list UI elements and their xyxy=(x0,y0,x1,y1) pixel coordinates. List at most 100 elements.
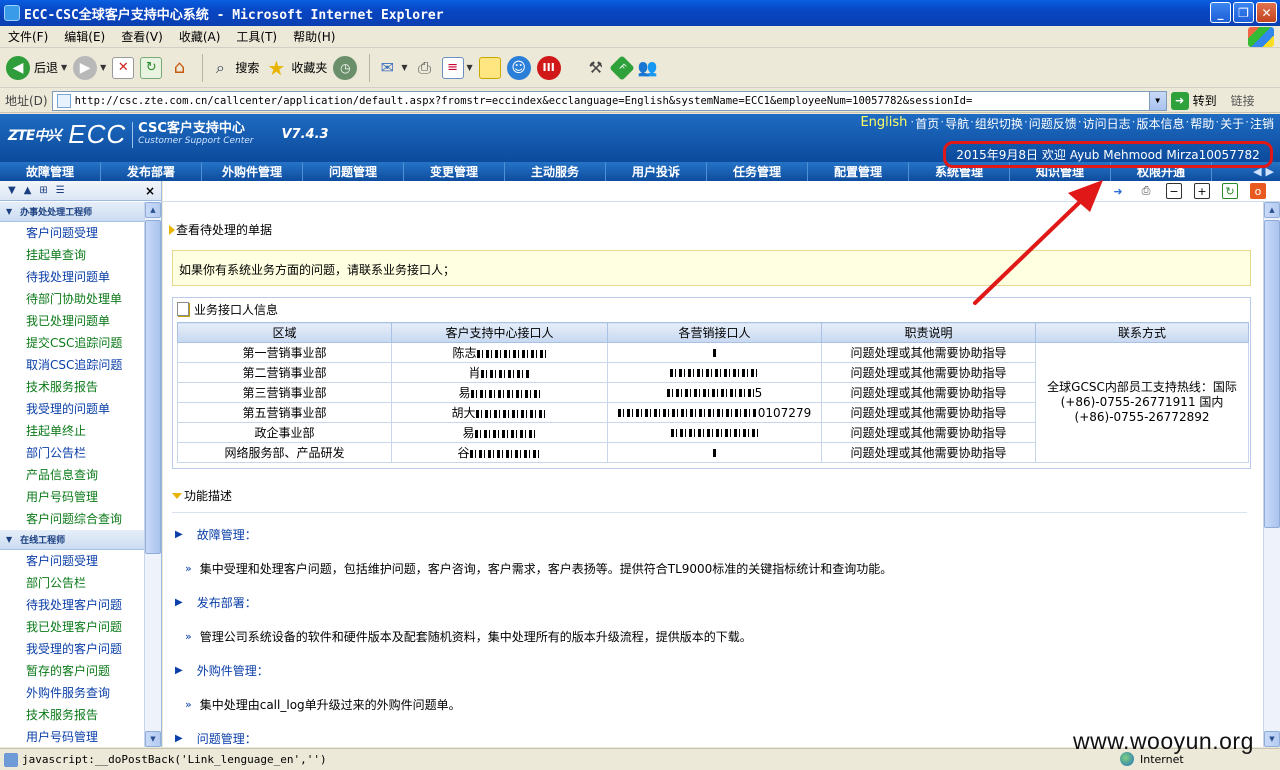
scroll-down-icon[interactable]: ▼ xyxy=(145,731,161,747)
link-logout[interactable]: 注销 xyxy=(1250,115,1274,132)
minimize-panel-icon[interactable]: − xyxy=(1166,183,1182,199)
tab-complaint[interactable]: 用户投诉 xyxy=(606,162,707,181)
tools-button[interactable]: ⚒ xyxy=(585,52,607,84)
sidebar-item[interactable]: 待部门协助处理单 xyxy=(0,288,144,310)
sidebar-item[interactable]: 外购件服务查询 xyxy=(0,682,144,704)
link-help[interactable]: 帮助 xyxy=(1190,115,1214,132)
sidebar-item[interactable]: 部门公告栏 xyxy=(0,572,144,594)
go-button[interactable]: ➜ 转到 xyxy=(1170,91,1217,110)
print-icon[interactable]: ⎙ xyxy=(1138,183,1154,199)
sidebar-item[interactable]: 客户问题受理 xyxy=(0,222,144,244)
forward-dropdown-icon[interactable]: ▼ xyxy=(100,63,106,72)
refresh-button[interactable]: ↻ xyxy=(140,52,163,84)
sidebar-group-office[interactable]: ▼ 办事处处理工程师 xyxy=(0,202,144,222)
cell-csc-contact: 谷 xyxy=(391,442,608,463)
sidebar-item[interactable]: 用户号码管理 xyxy=(0,726,144,747)
tab-task[interactable]: 任务管理 xyxy=(707,162,808,181)
scroll-down-icon[interactable]: ▼ xyxy=(1264,731,1280,747)
sidebar-item[interactable]: 用户号码管理 xyxy=(0,486,144,508)
stop-button[interactable]: ✕ xyxy=(112,52,135,84)
home-button[interactable]: ⌂ xyxy=(168,52,190,84)
tab-release[interactable]: 发布部署 xyxy=(101,162,202,181)
tab-outsourced[interactable]: 外购件管理 xyxy=(202,162,303,181)
restore-button[interactable]: ❐ xyxy=(1233,2,1254,23)
sidebar-item[interactable]: 我已处理客户问题 xyxy=(0,616,144,638)
link-about[interactable]: 关于 xyxy=(1220,115,1244,132)
menu-view[interactable]: 查看(V) xyxy=(113,28,171,45)
link-org-switch[interactable]: 组织切换 xyxy=(975,115,1023,132)
link-home[interactable]: 首页 xyxy=(915,115,939,132)
people-button[interactable]: 👥 xyxy=(637,52,659,84)
mail-dropdown-icon[interactable]: ▼ xyxy=(401,63,407,72)
menu-favorites[interactable]: 收藏(A) xyxy=(171,28,229,45)
menu-edit[interactable]: 编辑(E) xyxy=(56,28,113,45)
back-dropdown-icon[interactable]: ▼ xyxy=(61,63,67,72)
forward-icon[interactable]: ➜ xyxy=(1110,183,1126,199)
tab-config[interactable]: 配置管理 xyxy=(808,162,909,181)
content-scrollbar[interactable]: ▲ ▼ xyxy=(1263,202,1280,747)
tab-problem[interactable]: 问题管理 xyxy=(303,162,404,181)
sidebar-item[interactable]: 提交CSC追踪问题 xyxy=(0,332,144,354)
list-icon[interactable]: ☰ xyxy=(56,185,65,196)
sidebar-item[interactable]: 挂起单查询 xyxy=(0,244,144,266)
sidebar-item[interactable]: 技术服务报告 xyxy=(0,376,144,398)
sidebar-item[interactable]: 待我处理客户问题 xyxy=(0,594,144,616)
scroll-up-icon[interactable]: ▲ xyxy=(1264,202,1280,218)
print-button[interactable]: ⎙ xyxy=(414,52,436,84)
tree-icon[interactable]: ⊞ xyxy=(39,185,47,196)
link-version-info[interactable]: 版本信息 xyxy=(1136,115,1184,132)
scroll-up-icon[interactable]: ▲ xyxy=(145,202,161,218)
sidebar-item[interactable]: 暂存的客户问题 xyxy=(0,660,144,682)
forward-button[interactable]: ▶ ▼ xyxy=(73,52,106,84)
refresh-panel-icon[interactable]: ↻ xyxy=(1222,183,1238,199)
sidebar-item[interactable]: 产品信息查询 xyxy=(0,464,144,486)
pending-link[interactable]: 查看待处理的单据 xyxy=(169,221,272,238)
discuss-button[interactable] xyxy=(478,52,501,84)
sidebar-item[interactable]: 我受理的问题单 xyxy=(0,398,144,420)
scroll-thumb[interactable] xyxy=(145,220,161,554)
edit-dropdown-icon[interactable]: ▼ xyxy=(467,63,473,72)
link-nav[interactable]: 导航 xyxy=(945,115,969,132)
links-button[interactable]: 链接 xyxy=(1231,92,1255,109)
search-button[interactable]: ⌕ 搜索 xyxy=(209,52,260,84)
english-link[interactable]: English xyxy=(860,115,907,132)
scroll-thumb[interactable] xyxy=(1264,220,1280,528)
close-button[interactable]: ✕ xyxy=(1256,2,1277,23)
link-access-log[interactable]: 访问日志 xyxy=(1083,115,1131,132)
messenger-button[interactable]: ☺ xyxy=(506,52,531,84)
address-dropdown-icon[interactable]: ▼ xyxy=(1148,91,1166,110)
research-button[interactable]: III xyxy=(536,52,561,84)
expand-all-icon[interactable]: ▲ xyxy=(24,185,32,196)
sidebar-item[interactable]: 客户问题综合查询 xyxy=(0,508,144,530)
favorites-button[interactable]: ★ 收藏夹 xyxy=(265,52,327,84)
tab-incident[interactable]: 故障管理 xyxy=(0,162,101,181)
sidebar-item[interactable]: 我已处理问题单 xyxy=(0,310,144,332)
menu-tools[interactable]: 工具(T) xyxy=(228,28,285,45)
collapse-all-icon[interactable]: ▼ xyxy=(8,185,16,196)
sidebar-item[interactable]: 待我处理问题单 xyxy=(0,266,144,288)
sidebar-scrollbar[interactable]: ▲ ▼ xyxy=(144,202,161,747)
history-button[interactable]: ◷ xyxy=(333,52,358,84)
tab-change[interactable]: 变更管理 xyxy=(404,162,505,181)
mail-button[interactable]: ✉ ▼ xyxy=(376,52,408,84)
sidebar-item[interactable]: 部门公告栏 xyxy=(0,442,144,464)
function-title[interactable]: 功能描述 xyxy=(172,487,232,504)
address-input[interactable]: http://csc.zte.com.cn/callcenter/applica… xyxy=(51,90,1167,111)
sidebar-item[interactable]: 挂起单终止 xyxy=(0,420,144,442)
link-feedback[interactable]: 问题反馈 xyxy=(1029,115,1077,132)
edit-button[interactable]: ≡ ▼ xyxy=(441,52,473,84)
plugin-button[interactable]: F xyxy=(608,52,635,84)
tab-proactive[interactable]: 主动服务 xyxy=(505,162,606,181)
back-button[interactable]: ◀ 后退 ▼ xyxy=(6,52,67,84)
sidebar-item[interactable]: 我受理的客户问题 xyxy=(0,638,144,660)
close-panel-icon[interactable]: o xyxy=(1250,183,1266,199)
sidebar-item[interactable]: 客户问题受理 xyxy=(0,550,144,572)
sidebar-item[interactable]: 取消CSC追踪问题 xyxy=(0,354,144,376)
minimize-button[interactable]: _ xyxy=(1210,2,1231,23)
menu-file[interactable]: 文件(F) xyxy=(0,28,56,45)
sidebar-group-online[interactable]: ▼ 在线工程师 xyxy=(0,530,144,550)
menu-help[interactable]: 帮助(H) xyxy=(285,28,343,45)
maximize-panel-icon[interactable]: + xyxy=(1194,183,1210,199)
sidebar-item[interactable]: 技术服务报告 xyxy=(0,704,144,726)
sidebar-close-icon[interactable]: × xyxy=(145,184,155,198)
